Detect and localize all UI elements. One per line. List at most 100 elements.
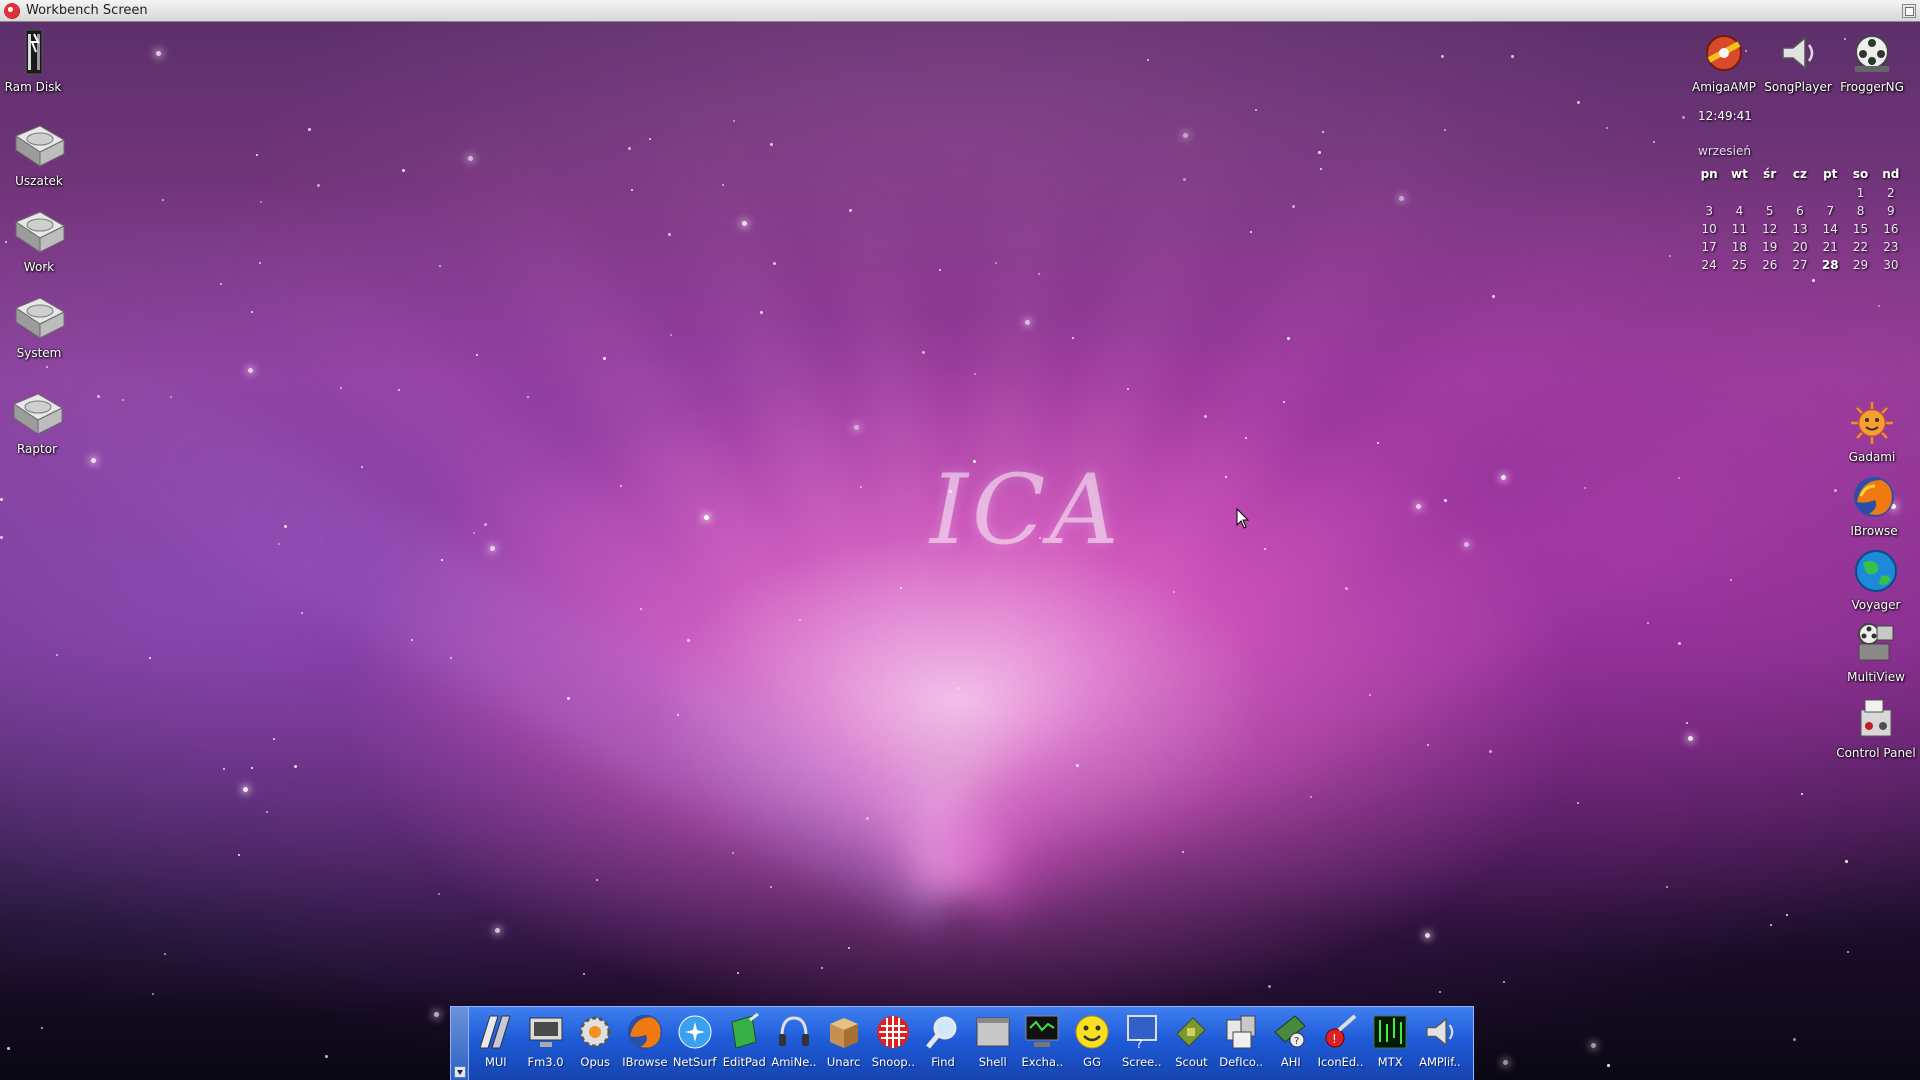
calendar-day: 19 xyxy=(1762,240,1778,254)
star xyxy=(649,138,651,140)
calendar-day: 5 xyxy=(1765,204,1774,218)
dock-item-exchange[interactable]: Excha.. xyxy=(1018,1007,1068,1080)
dock-handle[interactable] xyxy=(451,1007,469,1080)
star xyxy=(583,973,585,975)
star xyxy=(325,1055,328,1058)
dock-item-opus[interactable]: Opus xyxy=(570,1007,620,1080)
star xyxy=(1444,129,1446,131)
desktop-icon-work[interactable]: Work xyxy=(0,208,84,274)
calendar-day: 10 xyxy=(1701,222,1717,236)
desktop-icon-control-panel[interactable]: Control Panel xyxy=(1828,696,1920,760)
star xyxy=(603,357,606,360)
dock-menu-arrow-icon[interactable] xyxy=(454,1066,466,1078)
desktop-icon-songplayer[interactable]: SongPlayer xyxy=(1756,30,1840,94)
dock-item-label: MTX xyxy=(1377,1055,1403,1069)
dock-item-iconedit[interactable]: ! IconEd.. xyxy=(1316,1007,1366,1080)
box-icon xyxy=(823,1011,865,1053)
star xyxy=(1076,764,1079,767)
star xyxy=(1345,587,1348,590)
ram-disk-icon xyxy=(4,28,62,76)
headphones-icon xyxy=(773,1011,815,1053)
star xyxy=(294,765,297,768)
desktop-icon-ibrowse[interactable]: IBrowse xyxy=(1826,474,1920,538)
desktop-icon-label: Raptor xyxy=(16,442,58,456)
star xyxy=(1606,127,1608,129)
star xyxy=(1310,796,1312,798)
star xyxy=(1678,642,1681,645)
dock-item-shell[interactable]: Shell xyxy=(968,1007,1018,1080)
dock-item-unarc[interactable]: Unarc xyxy=(819,1007,869,1080)
workbench-icon xyxy=(4,2,20,19)
dock-item-ibrowse[interactable]: IBrowse xyxy=(620,1007,670,1080)
dock-item-label: AMPlif.. xyxy=(1419,1055,1461,1069)
star xyxy=(866,817,869,820)
screen-title: Workbench Screen xyxy=(26,3,148,18)
star xyxy=(1268,985,1271,988)
star xyxy=(670,334,672,336)
dock-item-scout[interactable]: Scout xyxy=(1167,1007,1217,1080)
star xyxy=(1678,477,1680,479)
star xyxy=(1577,101,1580,104)
terminal-icon xyxy=(972,1011,1014,1053)
screen-title-bar[interactable]: Workbench Screen xyxy=(0,0,1920,22)
dock-item-deficons[interactable]: DefIco.. xyxy=(1216,1007,1266,1080)
desktop-icon-voyager[interactable]: Voyager xyxy=(1828,548,1920,612)
star xyxy=(1847,951,1849,953)
star xyxy=(1427,744,1429,746)
calendar-day: 17 xyxy=(1701,240,1717,254)
dock-item-gg[interactable]: GG xyxy=(1067,1007,1117,1080)
dock-item-mtx[interactable]: MTX xyxy=(1365,1007,1415,1080)
calendar-week: 3 4 5 6 7 8 9 xyxy=(1694,202,1906,220)
star xyxy=(1127,388,1129,390)
depth-gadget-icon[interactable] xyxy=(1902,4,1916,18)
dock-item-fm30[interactable]: Fm3.0 xyxy=(521,1007,571,1080)
star xyxy=(1439,991,1441,993)
calendar-day: 27 xyxy=(1792,258,1808,272)
star xyxy=(248,368,253,373)
star xyxy=(974,373,976,375)
icon-label: AmigaAMP xyxy=(1691,80,1756,94)
desktop-icon-froggerng[interactable]: FroggerNG xyxy=(1830,30,1914,94)
hard-disk-icon xyxy=(10,208,68,256)
dock-item-label: Opus xyxy=(580,1055,611,1069)
star xyxy=(732,852,734,854)
deficons-icon xyxy=(1220,1011,1262,1053)
sun-face-icon xyxy=(1849,400,1895,446)
star xyxy=(1688,736,1693,741)
dock-item-netsurf[interactable]: NetSurf xyxy=(670,1007,720,1080)
star xyxy=(1292,205,1295,208)
desktop-icon-uszatek[interactable]: Uszatek xyxy=(0,122,84,188)
dock-item-label: Scree.. xyxy=(1122,1055,1162,1069)
film-reel-icon xyxy=(1849,30,1895,76)
weekday-header: nd xyxy=(1882,167,1900,181)
desktop-icon-label: Ram Disk xyxy=(4,80,62,94)
dock-item-label: Unarc xyxy=(826,1055,861,1069)
dock-item-screens[interactable]: ? Scree.. xyxy=(1117,1007,1167,1080)
globe-icon xyxy=(674,1011,716,1053)
desktop-icon-amigaamp[interactable]: AmigaAMP xyxy=(1682,30,1766,94)
desktop-icon-ram-disk[interactable]: Ram Disk xyxy=(0,28,78,94)
gear-icon xyxy=(574,1011,616,1053)
dock-item-editpad[interactable]: EditPad xyxy=(719,1007,769,1080)
firefox-icon xyxy=(624,1011,666,1053)
calendar-day: 22 xyxy=(1852,240,1869,254)
dock-item-amine[interactable]: AmiNe.. xyxy=(769,1007,819,1080)
desktop-icon-multiview[interactable]: MultiView xyxy=(1828,620,1920,684)
star xyxy=(1793,1038,1796,1041)
dock-item-snoop[interactable]: Snoop.. xyxy=(869,1007,919,1080)
star xyxy=(1038,273,1040,275)
calendar-week: 17 18 19 20 21 22 23 xyxy=(1694,238,1906,256)
dock-item-amplifier[interactable]: AMPlif.. xyxy=(1415,1007,1465,1080)
star xyxy=(301,612,303,614)
desktop-icon-system[interactable]: System xyxy=(0,294,84,360)
star xyxy=(1607,1064,1610,1067)
dock-item-ahi[interactable]: ? AHI xyxy=(1266,1007,1316,1080)
desktop-icon-gadami[interactable]: Gadami xyxy=(1824,400,1920,464)
dock-item-find[interactable]: Find xyxy=(918,1007,968,1080)
dock-item-mui[interactable]: MUI xyxy=(471,1007,521,1080)
star xyxy=(773,262,776,265)
star xyxy=(223,768,225,770)
desktop-icon-raptor[interactable]: Raptor xyxy=(0,390,82,456)
calendar-day: 18 xyxy=(1731,240,1748,254)
star xyxy=(1669,255,1671,257)
